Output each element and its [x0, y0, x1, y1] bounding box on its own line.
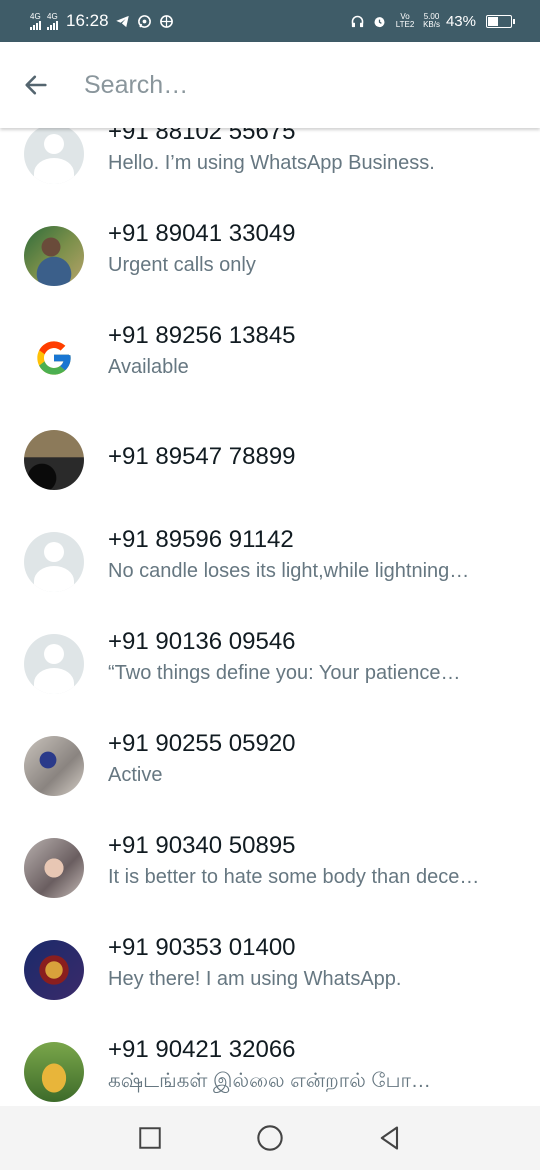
back-nav-button[interactable]: [370, 1118, 410, 1158]
contact-avatar[interactable]: [24, 1042, 84, 1102]
contact-row[interactable]: +91 90136 09546 “Two things define you: Y…: [0, 628, 540, 736]
status-right: Vo LTE2 5.00 KB/s 43%: [349, 12, 515, 30]
sim1-signal-icon: 4G: [30, 12, 41, 30]
contact-name: +91 89041 33049: [108, 220, 296, 247]
contact-row[interactable]: +91 90421 32066 கஷ்டங்கள் இல்லை என்றால் ப…: [0, 1036, 540, 1106]
contact-row[interactable]: +91 89041 33049 Urgent calls only: [0, 220, 540, 328]
search-bar: [0, 42, 540, 128]
home-button[interactable]: [250, 1118, 290, 1158]
circle-icon: [257, 1125, 283, 1151]
volte-label: Vo LTE2: [395, 12, 415, 29]
contact-row[interactable]: +91 90340 50895 It is better to hate some…: [0, 832, 540, 940]
contact-avatar[interactable]: [24, 940, 84, 1000]
contact-name: +91 88102 55675: [108, 128, 296, 145]
contact-about: Urgent calls only: [108, 254, 256, 276]
contact-avatar[interactable]: [24, 226, 84, 286]
contact-name: +91 90340 50895: [108, 832, 296, 859]
battery-fill: [488, 16, 499, 26]
contact-avatar[interactable]: [24, 128, 84, 184]
contact-about: Hello. I’m using WhatsApp Business.: [108, 152, 435, 174]
battery-icon: [486, 14, 515, 28]
telegram-icon: [115, 13, 131, 29]
headphones-icon: [349, 13, 365, 29]
contact-about: It is better to hate some body than dece…: [108, 866, 480, 888]
google-logo-icon: [37, 341, 71, 375]
contact-about: Available: [108, 356, 189, 378]
sim2-label: 4G: [47, 12, 58, 21]
sim2-signal-icon: 4G: [47, 12, 58, 30]
contact-avatar[interactable]: [24, 736, 84, 796]
alarm-icon: [371, 13, 387, 29]
contact-name: +91 89547 78899: [108, 443, 296, 470]
contact-row[interactable]: +91 89256 13845 Available: [0, 322, 540, 430]
network-speed-unit: KB/s: [423, 20, 440, 29]
contact-row[interactable]: +91 89547 78899: [0, 430, 540, 532]
contact-name: +91 90255 05920: [108, 730, 296, 757]
contact-avatar[interactable]: [24, 430, 84, 490]
contact-about: No candle loses its light,while lightnin…: [108, 560, 470, 582]
contact-name: +91 90136 09546: [108, 628, 296, 655]
recents-button[interactable]: [130, 1118, 170, 1158]
contact-about: Active: [108, 764, 163, 786]
search-input[interactable]: [84, 70, 484, 100]
contact-avatar[interactable]: [24, 532, 84, 592]
status-left: 4G 4G 16:28: [30, 11, 175, 31]
contact-avatar[interactable]: [24, 328, 84, 388]
contact-avatar[interactable]: [24, 634, 84, 694]
contact-row[interactable]: +91 88102 55675 Hello. I’m using WhatsApp…: [0, 128, 540, 226]
contact-avatar[interactable]: [24, 838, 84, 898]
contact-name: +91 89256 13845: [108, 322, 296, 349]
whatsapp-icon: [137, 13, 153, 29]
clock: 16:28: [66, 11, 109, 30]
contact-name: +91 89596 91142: [108, 526, 294, 553]
back-button[interactable]: [18, 67, 54, 103]
contact-about: “Two things define you: Your patience…: [108, 662, 461, 684]
arrow-back-icon: [25, 75, 47, 95]
network-speed: 5.00 KB/s: [423, 13, 440, 29]
contact-about: கஷ்டங்கள் இல்லை என்றால் போ…: [108, 1070, 431, 1092]
battery-percent: 43%: [445, 12, 476, 30]
contact-list[interactable]: +91 88102 55675 Hello. I’m using WhatsApp…: [0, 128, 540, 1106]
contact-name: +91 90421 32066: [108, 1036, 296, 1063]
dial-icon: [159, 13, 175, 29]
contact-row[interactable]: +91 90255 05920 Active: [0, 730, 540, 838]
triangle-back-icon: [380, 1126, 399, 1150]
status-bar: 4G 4G 16:28 Vo LTE2 5.00 KB/s 43%: [0, 0, 540, 42]
sim1-label: 4G: [30, 12, 41, 21]
contact-row[interactable]: +91 89596 91142 No candle loses its light…: [0, 526, 540, 634]
square-icon: [139, 1127, 161, 1149]
contact-row[interactable]: +91 90353 01400 Hey there! I am using Wha…: [0, 934, 540, 1042]
contact-about: Hey there! I am using WhatsApp.: [108, 968, 402, 990]
system-nav-bar: [0, 1106, 540, 1170]
contact-name: +91 90353 01400: [108, 934, 296, 961]
